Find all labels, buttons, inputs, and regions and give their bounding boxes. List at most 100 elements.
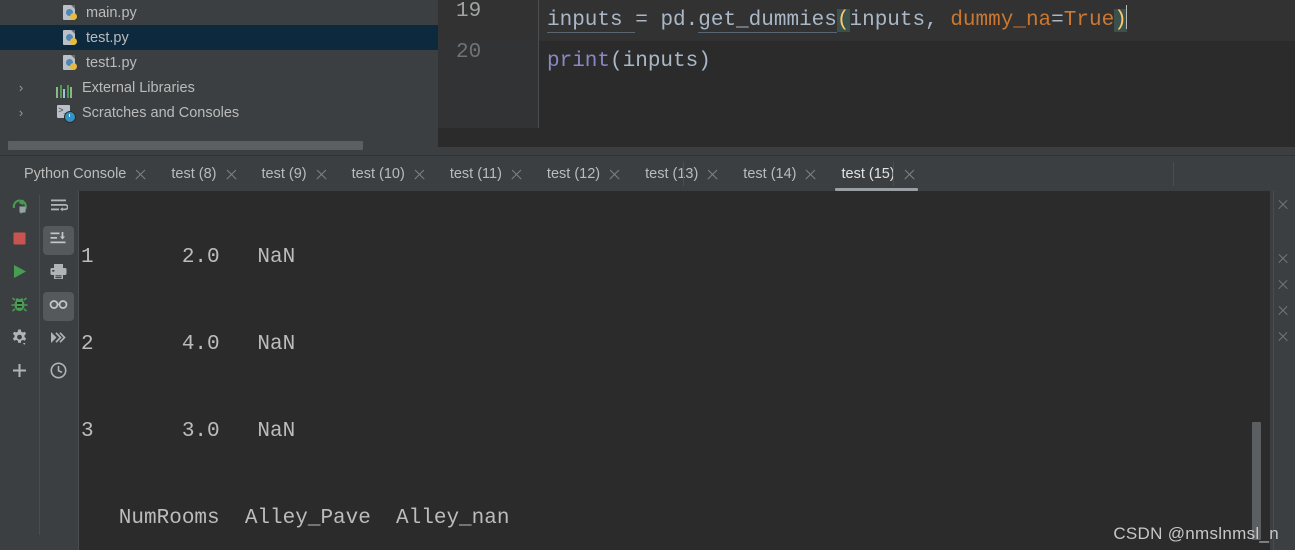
editor-gutter[interactable]: 19 20 [438,0,538,128]
tree-item-label: main.py [86,4,137,21]
tab-test-12[interactable]: test (12) [533,156,631,192]
code-token: inputs [547,9,636,33]
gear-icon [10,328,29,352]
tab-test-13[interactable]: test (13) [631,156,729,192]
close-icon[interactable] [608,168,621,181]
code-token: dummy_na [950,9,1052,32]
code-line-20[interactable]: print(inputs) [539,41,1295,82]
fast-forward-button[interactable] [39,323,78,356]
tree-item-label: External Libraries [82,79,195,96]
run-button[interactable] [0,257,39,290]
tree-item-main-py[interactable]: main.py [0,0,438,25]
print-button[interactable] [39,257,78,290]
close-icon[interactable] [706,168,719,181]
close-icon[interactable] [804,168,817,181]
tab-test-9[interactable]: test (9) [248,156,338,192]
close-icon[interactable] [1277,199,1289,211]
close-icon[interactable] [1277,331,1289,343]
python-file-icon [60,29,80,47]
tree-item-external-libraries[interactable]: › External Libraries [0,75,438,100]
scroll-to-end-button[interactable] [39,224,78,257]
project-tree-horizontal-scrollbar[interactable] [8,141,428,150]
stop-icon [10,229,29,253]
console-output-line: 2 4.0 NaN [81,333,296,356]
console-tab-bar: Python Console test (8) test (9) test (1… [0,155,1295,192]
code-token: pd [660,9,686,32]
code-token: inputs [622,50,699,73]
tab-label: Python Console [24,166,127,182]
debug-button[interactable] [0,290,39,323]
close-icon[interactable] [413,168,426,181]
strip-separator [1273,191,1274,550]
settings-button[interactable] [0,323,39,356]
python-file-icon [60,4,80,22]
warning-squiggle-icon [797,102,819,107]
code-token: ) [698,50,711,73]
tab-label: test (14) [743,166,797,182]
tab-python-console[interactable]: Python Console [10,156,157,192]
tree-item-label: Scratches and Consoles [82,104,240,121]
fast-forward-icon [49,328,68,352]
code-line-19[interactable]: inputs = pd.get_dummies(inputs, dummy_na… [539,0,1295,41]
tree-item-test1-py[interactable]: test1.py [0,50,438,75]
console-toolbar-right [39,191,78,389]
code-token: = [1051,9,1064,32]
code-token: = [635,9,661,32]
code-token: print [547,50,611,73]
scrollbar-thumb[interactable] [8,141,363,150]
project-tree-panel[interactable]: main.py test.py test1.py › External Libr… [0,0,438,155]
add-button[interactable] [0,356,39,389]
tree-item-test-py[interactable]: test.py [0,25,438,50]
close-icon[interactable] [1277,305,1289,317]
tree-item-label: test1.py [86,54,137,71]
console-tabs: Python Console test (8) test (9) test (1… [10,156,926,192]
code-token: . [685,9,699,32]
scratches-icon: >_ [56,104,76,123]
chevron-right-icon[interactable]: › [12,106,30,119]
run-icon [10,262,29,286]
stop-button[interactable] [0,224,39,257]
right-tool-strip [1270,191,1295,550]
tab-separator [1173,162,1174,186]
close-icon[interactable] [903,168,916,181]
console-panel: 1 2.0 NaN 2 4.0 NaN 3 3.0 NaN NumRooms A… [0,191,1295,550]
plus-icon [10,361,29,385]
tab-label: test (10) [351,166,405,182]
close-icon[interactable] [510,168,523,181]
close-icon[interactable] [225,168,238,181]
line-number: 20 [456,41,482,64]
close-icon[interactable] [1277,253,1289,265]
rerun-icon [10,196,29,220]
tab-label: test (15) [841,166,895,182]
top-section: main.py test.py test1.py › External Libr… [0,0,1295,155]
chevron-right-icon[interactable]: › [12,81,30,94]
tab-test-14[interactable]: test (14) [729,156,827,192]
soft-wrap-icon [49,196,69,220]
console-vertical-scrollbar-thumb[interactable] [1252,422,1261,540]
tab-test-8[interactable]: test (8) [157,156,247,192]
console-view-button[interactable] [39,290,78,323]
close-icon[interactable] [134,168,147,181]
console-toolbar [0,191,78,550]
tree-item-scratches-and-consoles[interactable]: › >_ Scratches and Consoles [0,100,438,125]
clock-icon [49,361,68,385]
scroll-to-end-icon [49,229,68,253]
tab-separator [683,162,684,186]
editor-bottom-strip [438,147,1295,155]
printer-icon [49,262,68,286]
pycharm-window: main.py test.py test1.py › External Libr… [0,0,1295,550]
close-icon[interactable] [1277,279,1289,291]
python-file-icon [60,54,80,72]
code-text-area[interactable]: inputs = pd.get_dummies(inputs, dummy_na… [539,0,1295,128]
tab-label: test (8) [171,166,217,182]
code-token: get_dummies [698,9,837,33]
soft-wrap-button[interactable] [39,191,78,224]
history-button[interactable] [39,356,78,389]
console-output[interactable]: 1 2.0 NaN 2 4.0 NaN 3 3.0 NaN NumRooms A… [79,191,1235,550]
close-icon[interactable] [315,168,328,181]
tab-test-15[interactable]: test (15) [827,156,925,192]
rerun-button[interactable] [0,191,39,224]
tab-test-10[interactable]: test (10) [338,156,436,192]
tab-test-11[interactable]: test (11) [436,156,533,192]
code-editor[interactable]: 19 20 inputs = pd.get_dummies(inputs, du… [438,0,1295,155]
